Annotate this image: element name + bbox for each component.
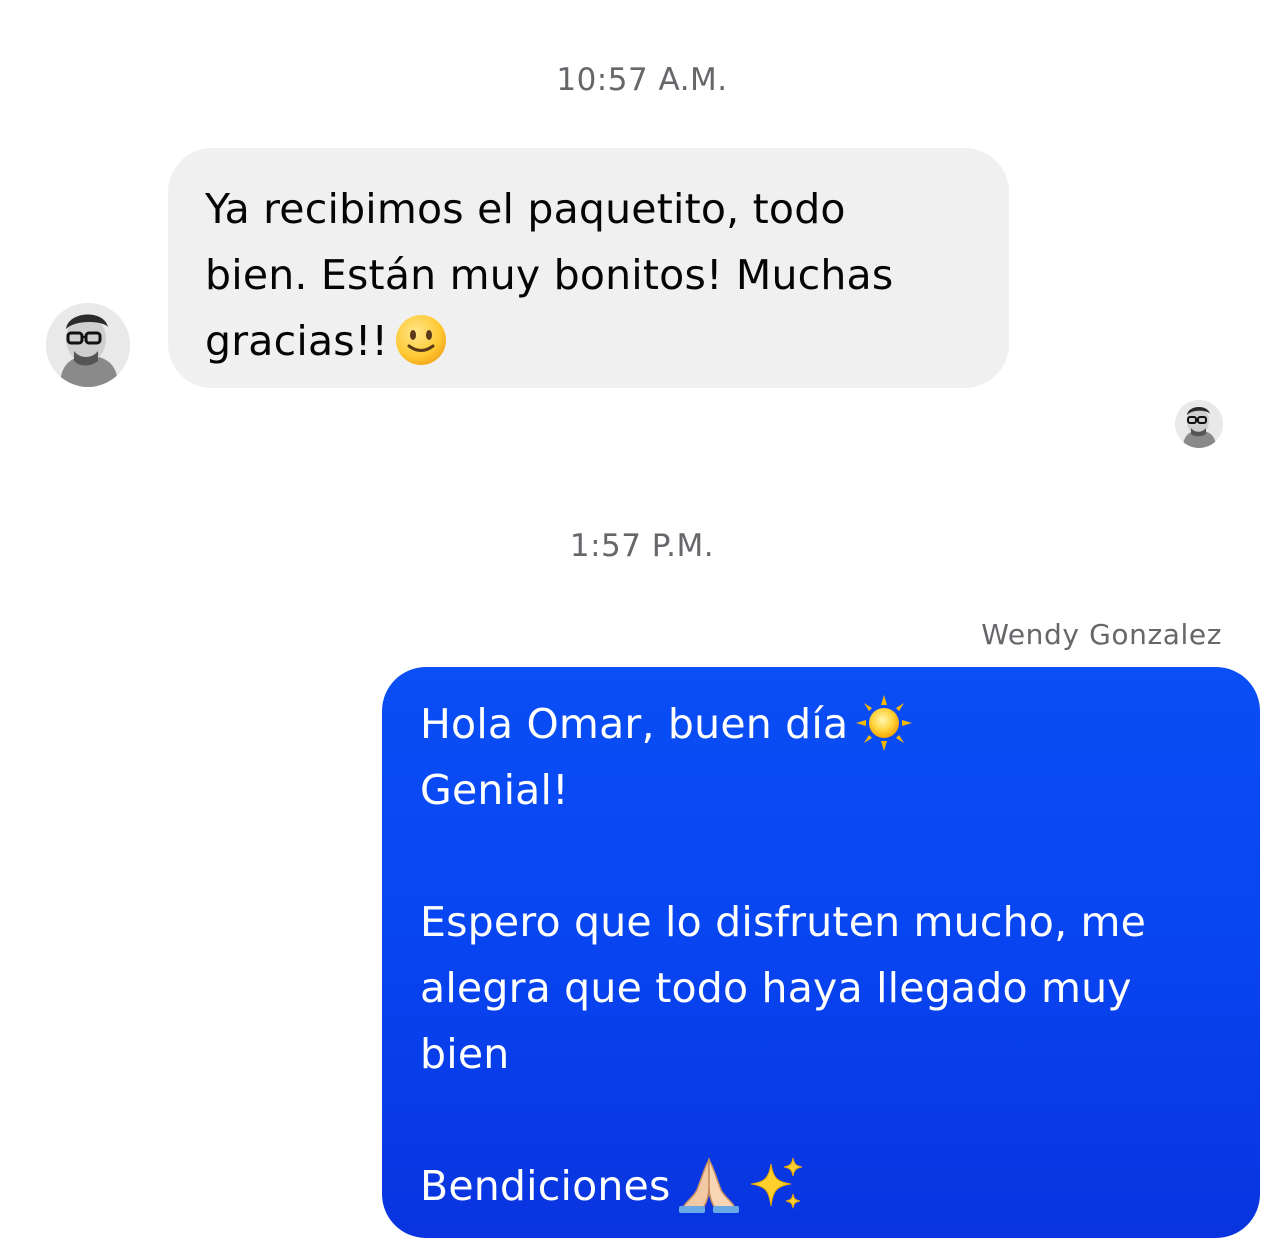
incoming-message-bubble[interactable]: Ya recibimos el paquetito, todo bien. Es… [168,148,1009,388]
message-text-line: bien [420,1030,510,1078]
sender-name: Wendy Gonzalez [981,618,1222,651]
message-text-line: Espero que lo disfruten mucho, me [420,898,1147,946]
message-text-line: bien. Están muy bonitos! Muchas [205,251,894,299]
message-timestamp: 10:57 A.M. [556,62,728,98]
message-text-line: Ya recibimos el paquetito, todo [205,185,846,233]
message-text-line [420,823,1230,889]
seen-avatar-icon [1175,400,1223,448]
slightly-smiling-face-icon [394,313,448,367]
sun-icon [854,693,914,753]
outgoing-message-bubble[interactable]: Hola Omar, buen día Genial! Espero que l… [382,667,1260,1238]
message-timestamp: 1:57 P.M. [569,528,715,564]
message-text-line [420,1087,1230,1153]
folded-hands-icon [677,1156,741,1214]
sparkles-icon [747,1156,805,1214]
message-text-line: Bendiciones [420,1162,671,1210]
message-text-line: gracias!! [205,317,389,365]
message-text-line: Hola Omar, buen día [420,700,849,748]
message-text-line: alegra que todo haya llegado muy [420,964,1132,1012]
user-avatar-icon[interactable] [46,303,130,387]
message-text-line: Genial! [420,766,569,814]
